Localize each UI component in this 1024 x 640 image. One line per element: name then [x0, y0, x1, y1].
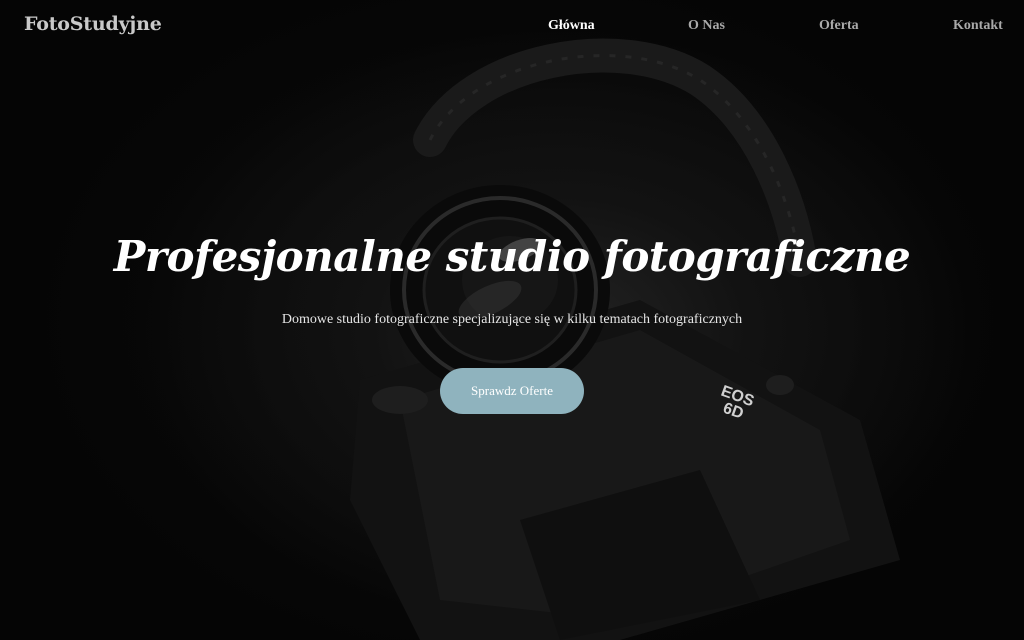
brand-logo[interactable]: FotoStudyjne — [24, 13, 162, 35]
hero-subtitle: Domowe studio fotograficzne specjalizują… — [281, 312, 743, 327]
nav-item-glowna[interactable]: Główna — [548, 18, 595, 34]
top-navigation: FotoStudyjne Główna O Nas Oferta Kontakt — [0, 0, 1024, 54]
nav-item-oferta[interactable]: Oferta — [819, 18, 859, 34]
nav-item-kontakt[interactable]: Kontakt — [953, 18, 1003, 34]
nav-item-o-nas[interactable]: O Nas — [688, 18, 725, 34]
check-offer-button[interactable]: Sprawdz Oferte — [440, 368, 584, 414]
hero-title: Profesjonalne studio fotograficzne — [113, 232, 911, 281]
